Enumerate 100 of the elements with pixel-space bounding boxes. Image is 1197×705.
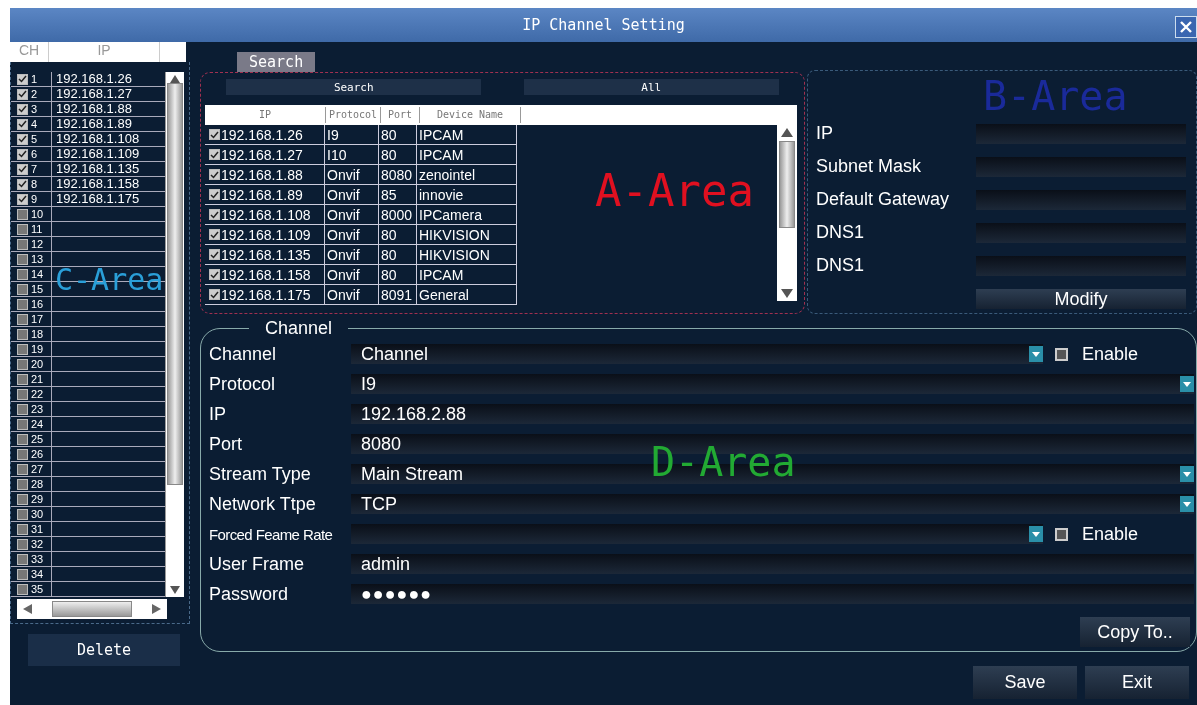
checkbox[interactable] — [17, 118, 28, 130]
checkbox[interactable] — [17, 313, 28, 325]
channel-number: 20 — [31, 357, 52, 371]
checkbox[interactable] — [17, 538, 28, 550]
input-field[interactable] — [976, 255, 1186, 276]
table-cell: I10 — [325, 145, 379, 164]
checkbox[interactable] — [17, 433, 28, 445]
checkbox[interactable] — [17, 328, 28, 340]
close-button[interactable] — [1175, 16, 1197, 38]
table-cell-text: 192.168.1.26 — [55, 72, 132, 86]
checkbox[interactable] — [17, 373, 28, 385]
checkbox[interactable] — [209, 249, 220, 260]
checkbox[interactable] — [209, 169, 220, 180]
checkbox[interactable] — [17, 358, 28, 370]
table-cell: 80 — [379, 145, 417, 164]
checkbox[interactable] — [209, 189, 220, 200]
field-label: Subnet Mask — [815, 156, 923, 177]
search-tab[interactable]: Search — [237, 52, 316, 72]
channel-number: 10 — [31, 207, 52, 221]
channel-number: 24 — [31, 417, 52, 431]
checkbox[interactable] — [209, 149, 220, 160]
checkbox[interactable] — [17, 568, 28, 580]
ip-text: 192.168.1.175 — [221, 286, 311, 303]
checkbox[interactable] — [17, 553, 28, 565]
table-cell-text: 192.168.1.108 — [55, 132, 140, 146]
channel-number: 2 — [31, 87, 52, 101]
column-header: IP — [205, 107, 326, 123]
checkbox[interactable] — [17, 448, 28, 460]
checkbox[interactable] — [209, 129, 220, 140]
channel-number: 27 — [31, 462, 52, 476]
table-cell: Onvif — [325, 205, 379, 224]
checkbox[interactable] — [17, 283, 28, 295]
checkbox[interactable] — [17, 583, 28, 595]
input-field[interactable] — [976, 156, 1186, 177]
channel-number: 21 — [31, 372, 52, 386]
field-label: Channel — [209, 343, 278, 365]
channel-number: 8 — [31, 177, 52, 191]
checkbox[interactable] — [17, 388, 28, 400]
ip-text: 192.168.1.158 — [221, 266, 311, 283]
input-field[interactable]: ●●●●●● — [351, 584, 1194, 604]
checkbox[interactable] — [17, 268, 28, 280]
copy-to-button[interactable]: Copy To.. — [1080, 617, 1190, 647]
table-cell: 85 — [379, 185, 417, 204]
vertical-scrollbar[interactable] — [777, 125, 797, 301]
column-header: IP — [49, 42, 160, 62]
search-button[interactable]: Search — [226, 79, 482, 95]
checkbox[interactable] — [17, 88, 28, 100]
checkbox[interactable] — [17, 148, 28, 160]
checkbox[interactable] — [17, 298, 28, 310]
vertical-scrollbar[interactable] — [166, 72, 184, 597]
table-cell-text: 192.168.1.158 — [55, 177, 140, 191]
checkbox[interactable] — [209, 289, 220, 300]
checkbox[interactable] — [209, 209, 220, 220]
input-field[interactable]: admin — [351, 554, 1194, 574]
input-field[interactable] — [976, 189, 1186, 210]
ip-text: 192.168.1.109 — [221, 226, 311, 243]
table-cell: IPCAM — [417, 125, 517, 144]
checkbox[interactable] — [17, 178, 28, 190]
checkbox[interactable] — [209, 269, 220, 280]
horizontal-scrollbar[interactable] — [17, 599, 167, 619]
checkbox[interactable] — [209, 229, 220, 240]
checkbox[interactable] — [17, 133, 28, 145]
field-label: User Frame — [209, 553, 305, 575]
channel-number: 31 — [31, 522, 52, 536]
checkbox[interactable] — [17, 478, 28, 490]
channel-number: 6 — [31, 147, 52, 161]
checkbox[interactable] — [17, 223, 28, 235]
checkbox[interactable] — [17, 463, 28, 475]
checkbox[interactable] — [17, 343, 28, 355]
checkbox[interactable] — [17, 508, 28, 520]
channel-number: 13 — [31, 252, 52, 266]
delete-button[interactable]: Delete — [28, 634, 180, 666]
checkbox[interactable] — [17, 493, 28, 505]
dropdown[interactable]: I9 — [351, 374, 1194, 394]
footer-button[interactable]: Exit — [1085, 666, 1189, 699]
checkbox[interactable] — [17, 193, 28, 205]
input-field[interactable]: 192.168.2.88 — [351, 404, 1194, 424]
dropdown[interactable]: Channel — [351, 344, 1043, 364]
checkbox[interactable] — [17, 73, 28, 85]
checkbox[interactable] — [17, 403, 28, 415]
checkbox[interactable] — [17, 418, 28, 430]
channel-number: 28 — [31, 477, 52, 491]
checkbox[interactable] — [17, 253, 28, 265]
checkbox[interactable] — [17, 523, 28, 535]
checkbox[interactable] — [17, 163, 28, 175]
dropdown[interactable]: TCP — [351, 494, 1194, 514]
table-cell: innovie — [417, 185, 517, 204]
modify-button[interactable]: Modify — [976, 288, 1186, 309]
checkbox-label: Enable — [1082, 343, 1140, 365]
input-field[interactable] — [976, 222, 1186, 243]
input-field[interactable] — [976, 123, 1186, 144]
checkbox[interactable] — [17, 238, 28, 250]
footer-button[interactable]: Save — [973, 666, 1077, 699]
table-cell: Onvif — [325, 165, 379, 184]
ip-text: 192.168.1.88 — [221, 166, 303, 183]
checkbox[interactable] — [17, 208, 28, 220]
search-button[interactable]: All — [523, 79, 779, 95]
ip-text: 192.168.1.27 — [221, 146, 303, 163]
checkbox[interactable] — [17, 103, 28, 115]
channel-number: 14 — [31, 267, 52, 281]
